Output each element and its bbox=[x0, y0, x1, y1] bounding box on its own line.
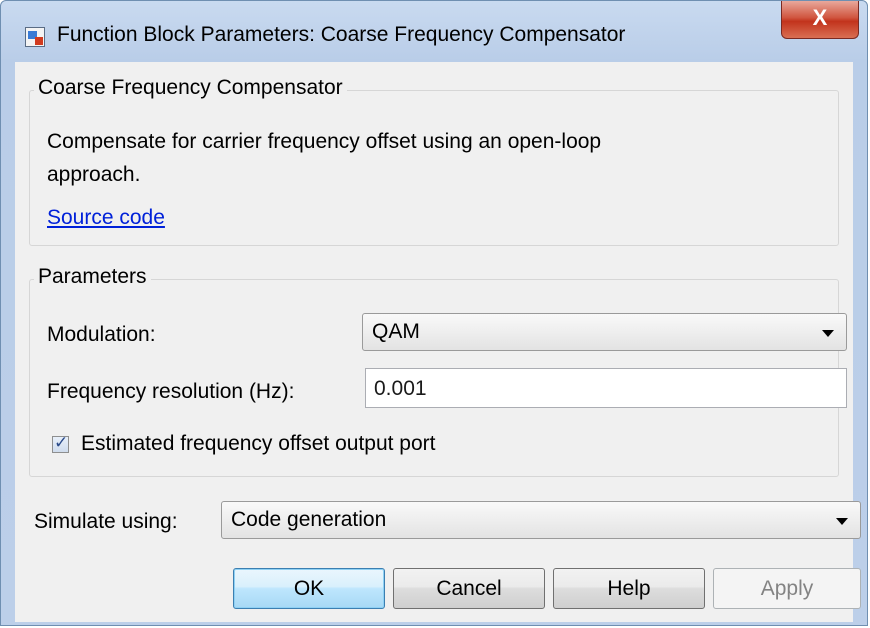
checkmark-icon: ✓ bbox=[54, 433, 69, 452]
simulate-using-dropdown[interactable]: Code generation bbox=[221, 501, 861, 539]
offset-port-label: Estimated frequency offset output port bbox=[81, 432, 436, 455]
description-group-title: Coarse Frequency Compensator bbox=[34, 76, 347, 100]
dialog-body: Coarse Frequency Compensator Compensate … bbox=[15, 62, 861, 622]
description-text-line2: approach. bbox=[47, 163, 141, 186]
source-code-link[interactable]: Source code bbox=[47, 206, 165, 230]
simulink-block-icon bbox=[25, 27, 45, 47]
parameters-group-title: Parameters bbox=[34, 265, 151, 289]
apply-button[interactable]: Apply bbox=[713, 568, 861, 609]
modulation-value: QAM bbox=[372, 320, 420, 343]
ok-button[interactable]: OK bbox=[233, 568, 385, 609]
modulation-dropdown[interactable]: QAM bbox=[362, 313, 847, 351]
chevron-down-icon bbox=[836, 518, 848, 525]
title-bar[interactable]: Function Block Parameters: Coarse Freque… bbox=[1, 1, 867, 61]
frequency-resolution-label: Frequency resolution (Hz): bbox=[47, 380, 295, 403]
chevron-down-icon bbox=[822, 330, 834, 337]
window-title: Function Block Parameters: Coarse Freque… bbox=[57, 23, 626, 46]
offset-port-checkbox[interactable]: ✓ bbox=[52, 433, 69, 453]
cancel-button[interactable]: Cancel bbox=[393, 568, 545, 609]
close-icon: X bbox=[812, 5, 828, 30]
frequency-resolution-value: 0.001 bbox=[374, 377, 427, 400]
modulation-label: Modulation: bbox=[47, 323, 156, 346]
dialog-window: Function Block Parameters: Coarse Freque… bbox=[0, 0, 868, 626]
help-button[interactable]: Help bbox=[553, 568, 705, 609]
frequency-resolution-input[interactable]: 0.001 bbox=[365, 368, 847, 408]
description-text-line1: Compensate for carrier frequency offset … bbox=[47, 130, 602, 153]
simulate-using-value: Code generation bbox=[231, 508, 387, 531]
simulate-using-label: Simulate using: bbox=[34, 510, 178, 533]
close-button[interactable]: X bbox=[781, 1, 859, 39]
